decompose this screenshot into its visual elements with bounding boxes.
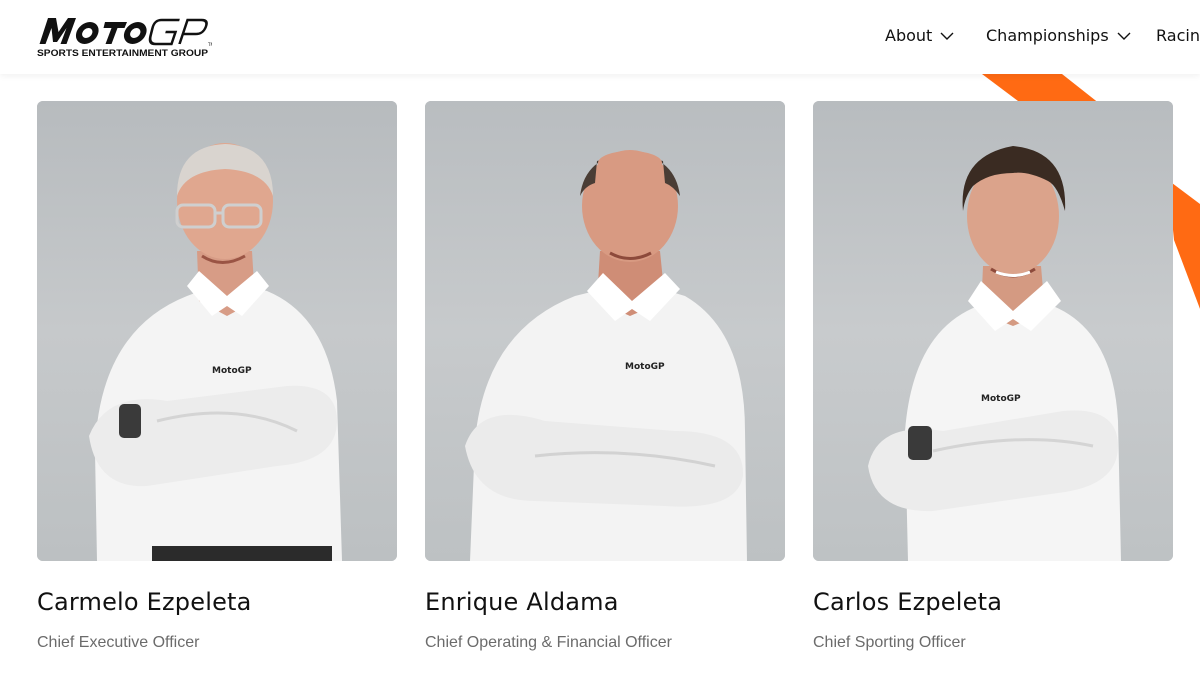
logo-tagline: SPORTS ENTERTAINMENT GROUP (37, 48, 209, 59)
nav-label-championships: Championships (986, 26, 1109, 45)
nav-item-championships[interactable]: Championships (986, 26, 1131, 45)
chevron-down-icon (940, 32, 954, 40)
team-member-role: Chief Sporting Officer (813, 634, 966, 651)
svg-text:MotoGP: MotoGP (981, 394, 1021, 404)
nav-label-about: About (885, 26, 933, 45)
svg-text:TM: TM (207, 42, 212, 47)
motogp-logo[interactable]: TM SPORTS ENTERTAINMENT GROUP (37, 14, 212, 60)
team-member-name: Carlos Ezpeleta (813, 588, 1003, 616)
team-member-role: Chief Operating & Financial Officer (425, 634, 672, 651)
decorative-stripe-top (982, 74, 1100, 104)
site-header: TM SPORTS ENTERTAINMENT GROUP About Cham… (0, 0, 1200, 74)
team-card[interactable]: MotoGP Carlos Ezpeleta Chief Sporting Of… (813, 101, 1173, 653)
portrait-photo[interactable]: MotoGP (37, 101, 397, 561)
portrait-enrique-aldama: MotoGP (425, 101, 785, 561)
team-card[interactable]: MotoGP Enrique Aldama Chief Operating & … (425, 101, 785, 653)
nav-label-racing: Racing (1156, 26, 1200, 45)
portrait-photo[interactable]: MotoGP (813, 101, 1173, 561)
svg-text:MotoGP: MotoGP (625, 362, 665, 372)
portrait-photo[interactable]: MotoGP (425, 101, 785, 561)
portrait-carlos-ezpeleta: MotoGP (813, 101, 1173, 561)
team-member-name: Carmelo Ezpeleta (37, 588, 252, 616)
page: TM SPORTS ENTERTAINMENT GROUP About Cham… (0, 0, 1200, 690)
team-member-role: Chief Executive Officer (37, 634, 200, 651)
team-card[interactable]: MotoGP Carmelo Ezpeleta Chief Executive … (37, 101, 397, 653)
chevron-down-icon (1117, 32, 1131, 40)
nav-item-about[interactable]: About (885, 26, 954, 45)
team-member-name: Enrique Aldama (425, 588, 619, 616)
nav-item-racing[interactable]: Racing (1156, 26, 1200, 45)
motogp-logo-mark: TM SPORTS ENTERTAINMENT GROUP (37, 18, 212, 59)
portrait-carmelo-ezpeleta: MotoGP (37, 101, 397, 561)
svg-text:MotoGP: MotoGP (212, 366, 252, 376)
